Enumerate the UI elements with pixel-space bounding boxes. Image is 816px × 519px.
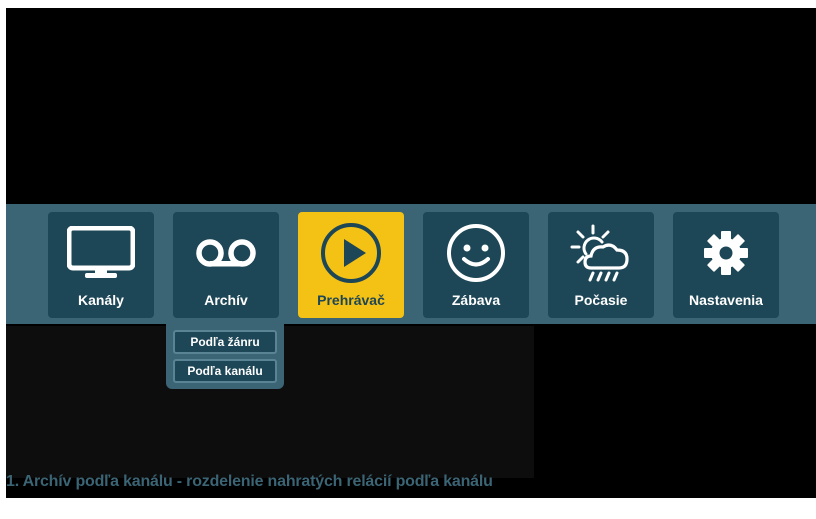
tv-icon — [48, 222, 154, 284]
recording-icon — [173, 222, 279, 284]
tv-screen: Kanály Archív Prehrávač Zábava Počasie N… — [0, 0, 816, 519]
submenu-item-by-genre[interactable]: Podľa žánru — [173, 330, 277, 354]
menu-item-label: Nastavenia — [689, 292, 763, 308]
menu-item-archiv[interactable]: Archív — [173, 212, 279, 318]
archive-submenu: Podľa žánru Podľa kanálu — [166, 324, 284, 389]
main-menu-bar: Kanály Archív Prehrávač Zábava Počasie N… — [6, 204, 816, 324]
caption-text: 1. Archív podľa kanálu - rozdelenie nahr… — [6, 473, 493, 490]
menu-item-zabava[interactable]: Zábava — [423, 212, 529, 318]
menu-item-label: Prehrávač — [317, 292, 385, 308]
weather-icon — [548, 222, 654, 284]
smiley-icon — [423, 222, 529, 284]
menu-item-label: Počasie — [574, 292, 628, 308]
tv-display-area: Kanály Archív Prehrávač Zábava Počasie N… — [6, 8, 816, 498]
menu-item-nastavenia[interactable]: Nastavenia — [673, 212, 779, 318]
menu-item-kanaly[interactable]: Kanály — [48, 212, 154, 318]
menu-item-label: Zábava — [451, 292, 501, 308]
menu-item-pocasie[interactable]: Počasie — [548, 212, 654, 318]
menu-item-prehravac[interactable]: Prehrávač — [298, 212, 404, 318]
submenu-item-by-channel[interactable]: Podľa kanálu — [173, 359, 277, 383]
menu-item-label: Archív — [204, 292, 248, 308]
menu-item-label: Kanály — [78, 292, 124, 308]
play-icon — [298, 222, 404, 284]
gear-icon — [673, 222, 779, 284]
